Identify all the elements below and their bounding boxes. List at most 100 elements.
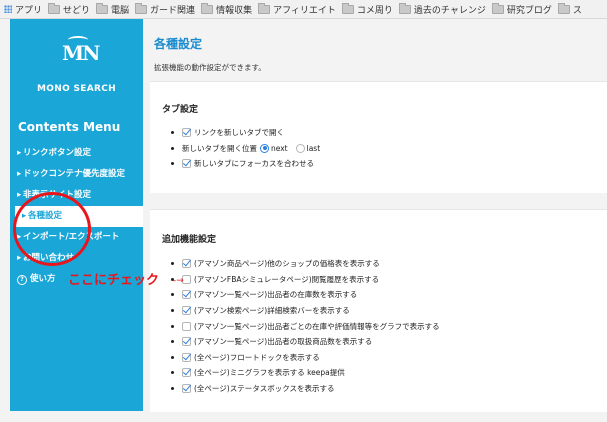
panel-title: タブ設定 — [162, 105, 199, 115]
addon-checkbox[interactable] — [182, 352, 191, 362]
bullet — [171, 355, 174, 359]
addon-checkbox[interactable] — [182, 290, 191, 300]
bookmarks-bar: アプリ せどり 電脳 ガード関連 情報収集 アフィリエイト コメ周り 過去のチャ… — [0, 0, 607, 19]
option-label: (全ページ)フロートドックを表示する — [194, 352, 320, 362]
bookmark-folder-label: ス — [572, 5, 582, 16]
bookmark-folder-label: ガード関連 — [150, 5, 196, 16]
option-label: (全ページ)ミニグラフを表示する keepa提供 — [194, 368, 345, 378]
option-label: (アマゾン一覧ページ)出品者ごとの在庫や評価情報等をグラフで表示する — [194, 321, 440, 331]
addon-checkbox[interactable] — [182, 259, 191, 269]
annotation-text: ここにチェック — [68, 273, 160, 288]
menu-item-label: ドックコンテナ優先度設定 — [23, 169, 126, 179]
folder-icon — [48, 2, 61, 14]
annotation-arrow-icon: -→ — [173, 276, 184, 286]
bullet — [171, 309, 174, 313]
folder-icon — [201, 2, 214, 14]
addon-options-list: (アマゾン商品ページ)他のショップの価格表を表示する (アマゾンFBAシミュレー… — [171, 256, 440, 396]
help-circle-icon: ? — [17, 275, 27, 285]
bullet — [171, 131, 174, 135]
bookmark-folder[interactable]: 過去のチャレンジ — [398, 2, 486, 16]
folder-icon — [557, 2, 570, 14]
bookmark-folder-label: コメ周り — [356, 5, 393, 16]
bullet — [171, 371, 174, 375]
bullet — [171, 340, 174, 344]
bookmark-folder-label: 情報収集 — [216, 5, 253, 16]
bookmark-apps[interactable]: アプリ — [4, 3, 42, 16]
mono-search-logo-icon[interactable]: MN — [62, 35, 100, 71]
bullet — [171, 146, 174, 150]
radio-last-label: last — [306, 143, 321, 153]
folder-icon — [491, 2, 504, 14]
folder-icon — [398, 2, 411, 14]
addon-option: (全ページ)ステータスボックスを表示する — [171, 381, 440, 397]
addon-option: (アマゾン一覧ページ)出品者の在庫数を表示する — [171, 287, 440, 303]
addon-checkbox[interactable] — [182, 337, 191, 347]
option-label: (アマゾン一覧ページ)出品者の取扱商品数を表示する — [194, 337, 373, 347]
tab-settings-panel: タブ設定 リンクを新しいタブで開く 新しいタブを開く位置 next last 新… — [150, 81, 607, 193]
page-description: 拡張機能の動作設定ができます。 — [154, 63, 266, 72]
addon-option: (アマゾン検索ページ)詳細検索バーを表示する — [171, 303, 440, 319]
addon-option: (全ページ)ミニグラフを表示する keepa提供 — [171, 365, 440, 381]
option-new-tab-position: 新しいタブを開く位置 next last — [171, 141, 325, 157]
panel-title: 追加機能設定 — [162, 235, 217, 245]
addon-option: (全ページ)フロートドックを表示する — [171, 350, 440, 366]
menu-item-label: 使い方 — [30, 274, 56, 284]
addon-checkbox[interactable] — [182, 321, 191, 331]
option-label: リンクを新しいタブで開く — [194, 128, 284, 138]
addon-checkbox[interactable] — [182, 306, 191, 316]
bookmark-folder-label: 研究ブログ — [506, 5, 552, 16]
bookmark-apps-label: アプリ — [15, 5, 43, 16]
apps-grid-icon — [4, 5, 12, 13]
option-label: (アマゾンFBAシミュレータページ)閲覧履歴を表示する — [194, 274, 380, 284]
option-focus-new-tab: 新しいタブにフォーカスを合わせる — [171, 156, 325, 172]
main-content: 各種設定 拡張機能の動作設定ができます。 タブ設定 リンクを新しいタブで開く 新… — [143, 19, 607, 412]
focus-new-tab-checkbox[interactable] — [182, 159, 191, 169]
radio-next-label: next — [271, 143, 288, 153]
radio-next[interactable] — [260, 143, 269, 153]
bookmark-folder[interactable]: 電脳 — [96, 2, 130, 16]
folder-icon — [341, 2, 354, 14]
option-label: (全ページ)ステータスボックスを表示する — [194, 384, 335, 394]
bookmark-folder[interactable]: 研究ブログ — [491, 2, 552, 16]
addon-checkbox[interactable] — [182, 384, 191, 394]
bookmark-folder-label: アフィリエイト — [273, 5, 336, 16]
annotation-circle — [13, 192, 91, 266]
bookmark-folder-label: せどり — [63, 5, 91, 16]
radio-last[interactable] — [295, 143, 305, 153]
addon-option: (アマゾン一覧ページ)出品者の取扱商品数を表示する — [171, 334, 440, 350]
page-title: 各種設定 — [154, 37, 203, 51]
menu-title: Contents Menu — [18, 120, 121, 134]
option-label: (アマゾン一覧ページ)出品者の在庫数を表示する — [194, 290, 358, 300]
bookmark-folder[interactable]: せどり — [48, 2, 91, 16]
option-label: 新しいタブにフォーカスを合わせる — [194, 159, 314, 169]
logo-text: MONO SEARCH — [37, 84, 116, 94]
option-open-new-tab: リンクを新しいタブで開く — [171, 125, 325, 141]
option-label: (アマゾン検索ページ)詳細検索バーを表示する — [194, 306, 350, 316]
menu-item-link-buttons[interactable]: ▸ リンクボタン設定 — [10, 143, 143, 164]
menu-item-label: リンクボタン設定 — [23, 148, 92, 158]
addon-checkbox[interactable] — [182, 368, 191, 378]
tab-options-list: リンクを新しいタブで開く 新しいタブを開く位置 next last 新しいタブに… — [171, 125, 325, 172]
folder-icon — [135, 2, 148, 14]
folder-icon — [258, 2, 271, 14]
bookmark-folder[interactable]: ガード関連 — [135, 2, 196, 16]
addon-option: (アマゾン商品ページ)他のショップの価格表を表示する — [171, 256, 440, 272]
addon-option: (アマゾン一覧ページ)出品者ごとの在庫や評価情報等をグラフで表示する — [171, 318, 440, 334]
menu-item-dock-priority[interactable]: ▸ ドックコンテナ優先度設定 — [10, 164, 143, 185]
bookmark-folder-label: 電脳 — [111, 5, 130, 16]
option-label: 新しいタブを開く位置 — [182, 143, 257, 153]
open-new-tab-checkbox[interactable] — [182, 128, 191, 138]
bullet — [171, 162, 174, 166]
bullet — [171, 387, 174, 391]
addon-settings-panel: 追加機能設定 (アマゾン商品ページ)他のショップの価格表を表示する (アマゾンF… — [150, 209, 607, 412]
option-label: (アマゾン商品ページ)他のショップの価格表を表示する — [194, 259, 380, 269]
bullet — [171, 293, 174, 297]
bullet — [171, 262, 174, 266]
bookmark-folder-label: 過去のチャレンジ — [413, 5, 486, 16]
addon-option: (アマゾンFBAシミュレータページ)閲覧履歴を表示する — [171, 272, 440, 288]
folder-icon — [96, 2, 109, 14]
bookmark-folder[interactable]: 情報収集 — [201, 2, 253, 16]
bookmark-folder[interactable]: アフィリエイト — [258, 2, 336, 16]
bookmark-folder[interactable]: ス — [557, 2, 582, 16]
bookmark-folder[interactable]: コメ周り — [341, 2, 393, 16]
